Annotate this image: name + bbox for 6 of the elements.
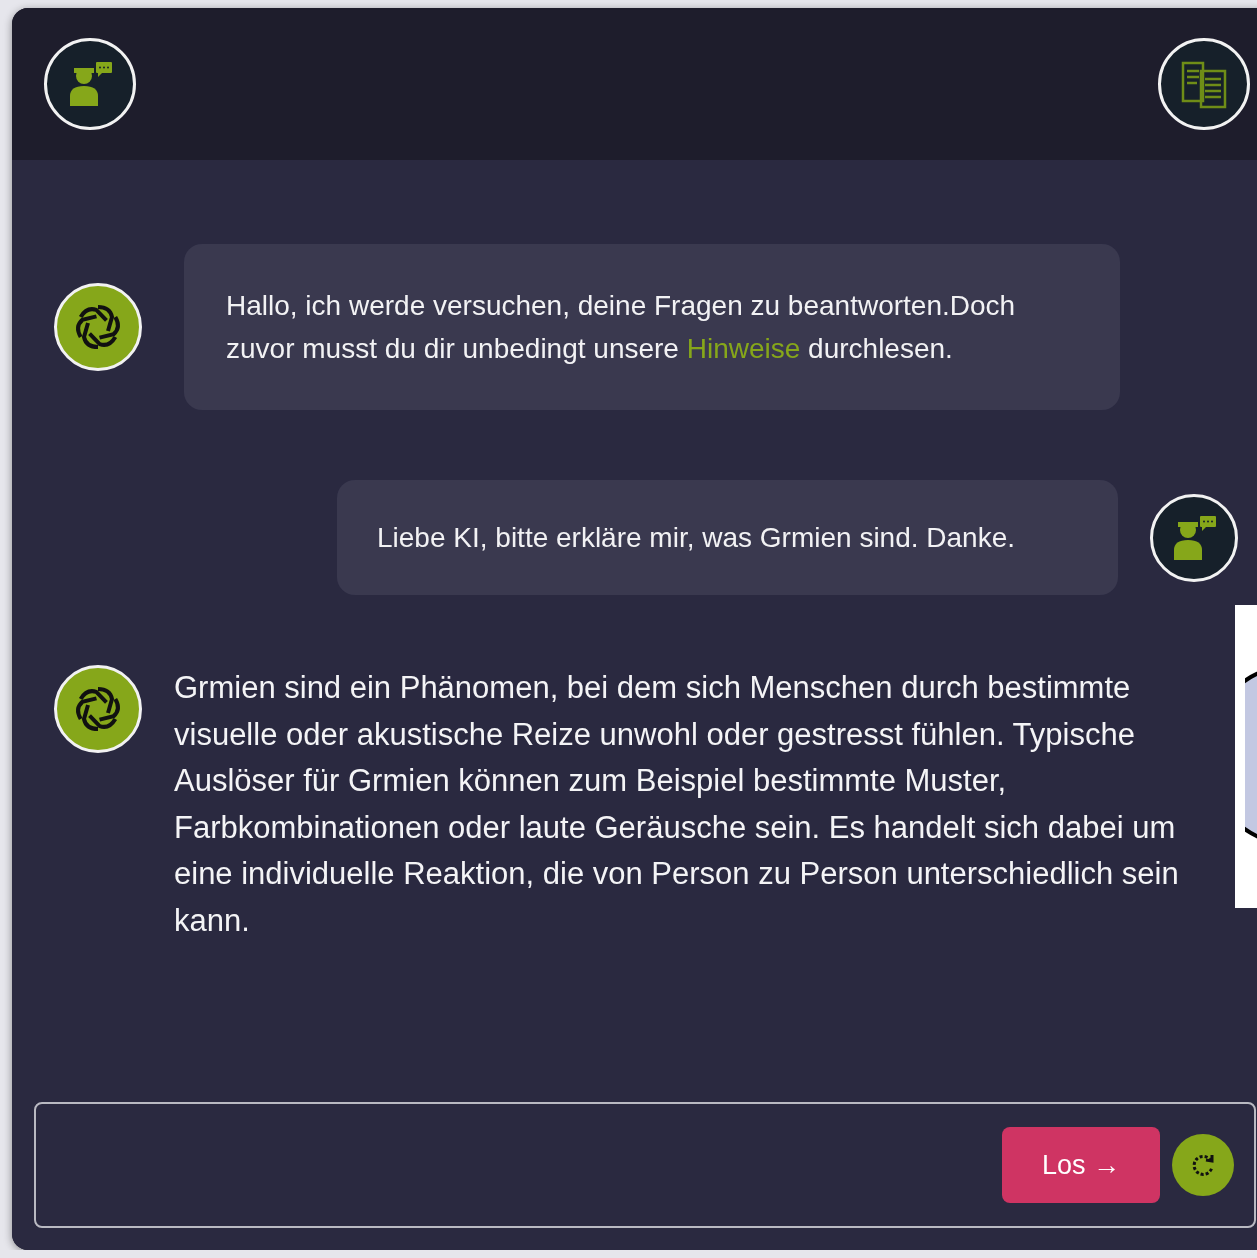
hinweise-link[interactable]: Hinweise: [686, 333, 801, 364]
send-button[interactable]: Los →: [1002, 1127, 1160, 1203]
message-bubble: Liebe KI, bitte erkläre mir, was Grmien sind. Danke.: [337, 480, 1118, 595]
message-input[interactable]: Los →: [34, 1102, 1256, 1228]
message-text: Grmien sind ein Phänomen, bei dem sich Menschen durch bestimmte visuelle oder akustische Reize unwohl oder gestresst fühlen. Typische Auslöser für Grmien können zum Beispiel bestimmte Muster, Farbkombinationen oder laute Geräusche sein. Es handelt sich dabei um eine individuelle Reaktion, die von Person zu Person unterschiedlich sein kann.: [174, 669, 1180, 940]
message-bubble: Hallo, ich werde versuchen, deine Fragen zu beantworten.Doch zuvor musst du dir unbedingt unsere Hinweise durchlesen.: [184, 244, 1120, 410]
